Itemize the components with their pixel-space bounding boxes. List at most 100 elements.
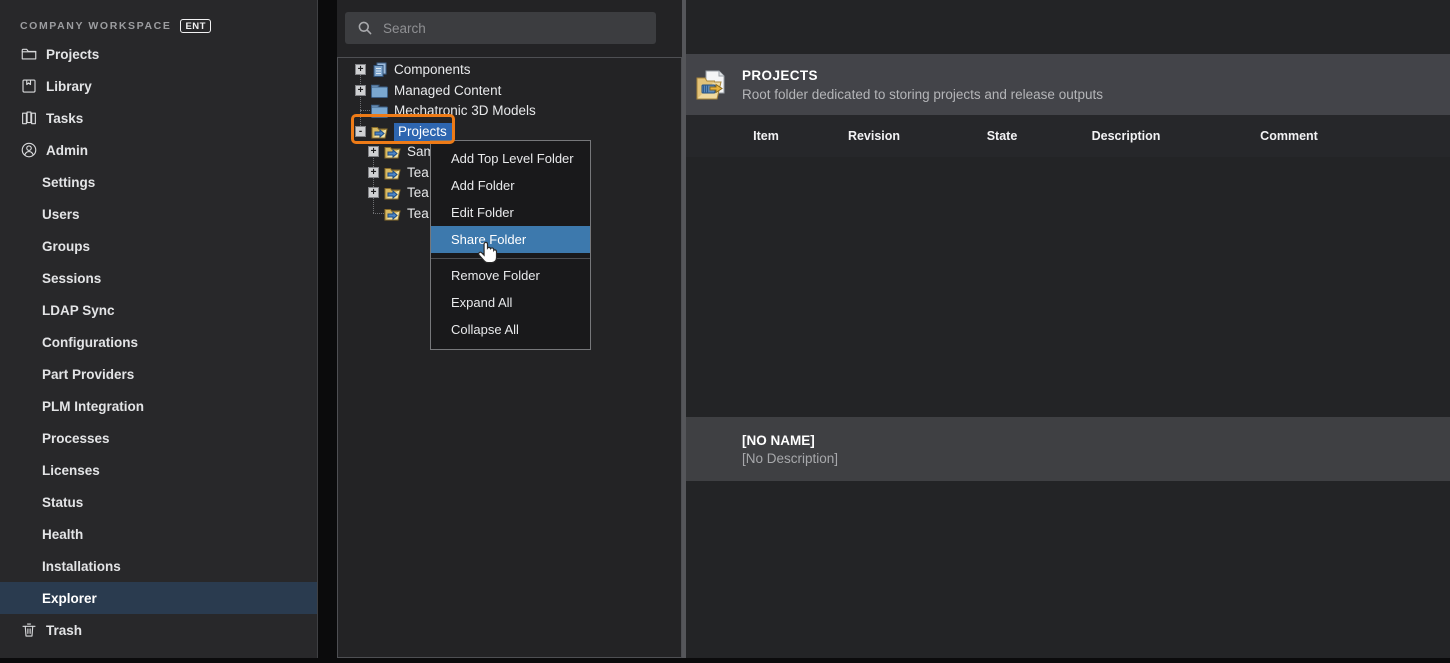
sidebar-item-label: Tasks: [46, 110, 84, 126]
menu-item-expand-all[interactable]: Expand All: [431, 289, 590, 316]
sidebar-item-users[interactable]: Users: [0, 198, 317, 230]
column-header-item[interactable]: Item: [753, 129, 779, 143]
sidebar-item-groups[interactable]: Groups: [0, 230, 317, 262]
tree-node-label: Tea: [407, 206, 429, 221]
tree-node-label: Managed Content: [394, 83, 502, 98]
sidebar-item-label: LDAP Sync: [42, 302, 115, 318]
sidebar-item-label: Explorer: [42, 590, 97, 606]
detail-header-text: PROJECTS Root folder dedicated to storin…: [742, 68, 1103, 102]
sidebar-item-sessions[interactable]: Sessions: [0, 262, 317, 294]
column-header-revision[interactable]: Revision: [848, 129, 900, 143]
sidebar-item-label: Sessions: [42, 270, 102, 286]
sidebar-item-label: Projects: [46, 46, 100, 62]
sidebar-item-status[interactable]: Status: [0, 486, 317, 518]
menu-separator: [431, 258, 590, 259]
sidebar-item-projects[interactable]: Projects: [0, 38, 317, 70]
menu-item-remove-folder[interactable]: Remove Folder: [431, 262, 590, 289]
tree-node-label-selected: Projects: [394, 122, 452, 141]
menu-item-share-folder[interactable]: Share Folder: [431, 226, 590, 253]
expand-toggle-icon[interactable]: +: [355, 85, 366, 96]
menu-item-collapse-all[interactable]: Collapse All: [431, 316, 590, 343]
admin-user-icon: [20, 141, 38, 159]
selection-name: [NO NAME]: [742, 432, 815, 448]
sidebar-item-label: Licenses: [42, 462, 100, 478]
tree-node-label: Tea: [407, 165, 429, 180]
folder-open-shared-icon: [384, 208, 401, 220]
search-icon: [358, 21, 372, 35]
search-box[interactable]: [345, 12, 656, 44]
expand-toggle-icon[interactable]: +: [368, 167, 379, 178]
sidebar-item-admin[interactable]: Admin: [0, 134, 317, 166]
trash-icon: [20, 621, 38, 639]
folder-icon: [20, 45, 38, 63]
folder-open-shared-icon: [384, 187, 401, 199]
tree-node-team-2[interactable]: + Tea: [368, 182, 429, 203]
detail-header-bar: PROJECTS Root folder dedicated to storin…: [686, 54, 1450, 115]
column-header-comment[interactable]: Comment: [1260, 129, 1318, 143]
expand-toggle-icon[interactable]: +: [368, 187, 379, 198]
collapse-toggle-icon[interactable]: -: [355, 126, 366, 137]
context-menu: Add Top Level Folder Add Folder Edit Fol…: [430, 140, 591, 350]
item-table-body-empty: [686, 157, 1450, 417]
selection-info-bar: [NO NAME] [No Description]: [686, 417, 1450, 481]
sidebar-item-plm-integration[interactable]: PLM Integration: [0, 390, 317, 422]
tree-node-components[interactable]: + Components: [355, 59, 471, 80]
detail-subtitle: Root folder dedicated to storing project…: [742, 86, 1103, 102]
sidebar-item-tasks[interactable]: Tasks: [0, 102, 317, 134]
sidebar-item-ldap-sync[interactable]: LDAP Sync: [0, 294, 317, 326]
sidebar-item-label: Trash: [46, 622, 83, 638]
column-header-state[interactable]: State: [987, 129, 1018, 143]
sidebar-item-explorer[interactable]: Explorer: [0, 582, 317, 614]
sidebar-item-label: Installations: [42, 558, 121, 574]
menu-item-edit-folder[interactable]: Edit Folder: [431, 199, 590, 226]
tree-node-label: Mechatronic 3D Models: [394, 103, 536, 118]
search-input[interactable]: [383, 20, 633, 36]
sidebar-item-label: Health: [42, 526, 84, 542]
detail-title: PROJECTS: [742, 67, 818, 83]
menu-item-add-folder[interactable]: Add Folder: [431, 172, 590, 199]
sidebar-item-library[interactable]: Library: [0, 70, 317, 102]
sidebar-item-label: Part Providers: [42, 366, 135, 382]
sidebar-item-processes[interactable]: Processes: [0, 422, 317, 454]
workspace-title: COMPANY WORKSPACE: [20, 20, 172, 32]
sidebar: COMPANY WORKSPACE ENT Projects Library T…: [0, 0, 318, 658]
column-header-description[interactable]: Description: [1092, 129, 1161, 143]
tasks-icon: [20, 109, 38, 127]
tree-node-managed-content[interactable]: + Managed Content: [355, 80, 501, 101]
item-table-header: Item Revision State Description Comment: [686, 115, 1450, 157]
sidebar-item-label: PLM Integration: [42, 398, 144, 414]
sidebar-item-configurations[interactable]: Configurations: [0, 326, 317, 358]
tree-node-samples[interactable]: + Sam: [368, 141, 435, 162]
projects-folder-icon: [696, 70, 725, 99]
folder-open-shared-icon: [384, 167, 401, 179]
sidebar-item-part-providers[interactable]: Part Providers: [0, 358, 317, 390]
sidebar-item-health[interactable]: Health: [0, 518, 317, 550]
sidebar-item-trash[interactable]: Trash: [0, 614, 317, 646]
selection-description: [No Description]: [742, 450, 839, 466]
sidebar-item-installations[interactable]: Installations: [0, 550, 317, 582]
folder-closed-icon: [371, 84, 388, 98]
menu-item-add-top-level-folder[interactable]: Add Top Level Folder: [431, 145, 590, 172]
expand-toggle-icon[interactable]: +: [368, 146, 379, 157]
sidebar-item-label: Library: [46, 78, 92, 94]
tree-node-label: Tea: [407, 185, 429, 200]
sidebar-item-label: Groups: [42, 238, 91, 254]
sidebar-item-label: Configurations: [42, 334, 138, 350]
folder-detail-panel: PROJECTS Root folder dedicated to storin…: [686, 0, 1450, 658]
app-window: COMPANY WORKSPACE ENT Projects Library T…: [0, 0, 1450, 663]
tree-node-mechatronic-3d-models[interactable]: Mechatronic 3D Models: [355, 100, 536, 121]
sidebar-item-label: Status: [42, 494, 84, 510]
tree-node-projects[interactable]: - Projects: [355, 121, 452, 142]
sidebar-item-settings[interactable]: Settings: [0, 166, 317, 198]
tree-node-team-1[interactable]: + Tea: [368, 162, 429, 183]
components-icon: [373, 62, 387, 77]
expand-toggle-icon[interactable]: +: [355, 64, 366, 75]
sidebar-item-label: Admin: [46, 142, 88, 158]
tree-node-label: Components: [394, 62, 471, 77]
folder-closed-icon: [371, 104, 388, 118]
sidebar-item-label: Users: [42, 206, 80, 222]
tree-node-team-3[interactable]: Tea: [368, 203, 429, 224]
folder-open-shared-icon: [384, 146, 401, 158]
folder-open-shared-icon: [371, 126, 388, 138]
sidebar-item-licenses[interactable]: Licenses: [0, 454, 317, 486]
